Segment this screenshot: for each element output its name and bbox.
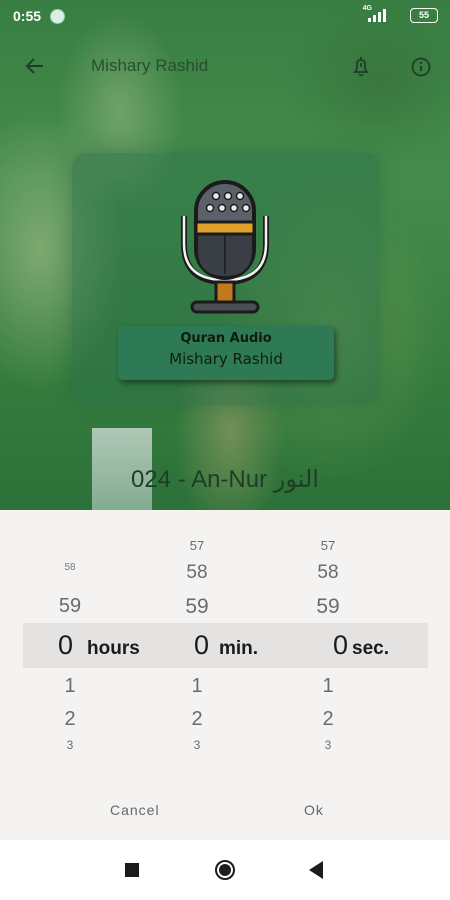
info-icon[interactable]: [408, 54, 434, 80]
picker-value[interactable]: 3: [293, 738, 363, 752]
picker-value[interactable]: 59: [162, 595, 232, 619]
seconds-value[interactable]: 0: [333, 630, 348, 661]
ok-button[interactable]: Ok: [304, 802, 324, 818]
picker-value[interactable]: 1: [162, 675, 232, 698]
picker-value[interactable]: 58: [162, 562, 232, 584]
app-bar: Mishary Rashid: [0, 44, 450, 88]
battery-level: 55: [410, 8, 438, 23]
home-icon[interactable]: [214, 859, 236, 881]
picker-value[interactable]: 3: [162, 738, 232, 752]
picker-value[interactable]: 2: [293, 708, 363, 731]
picker-value[interactable]: 59: [293, 595, 363, 619]
recents-icon[interactable]: [125, 863, 139, 877]
picker-value[interactable]: 58: [293, 562, 363, 584]
hours-unit: hours: [87, 638, 140, 659]
label-bottom: Mishary Rashid: [169, 350, 283, 368]
status-time: 0:55: [13, 8, 42, 24]
picker-value[interactable]: 3: [35, 738, 105, 752]
timer-picker-dialog: 58 59 1 2 3 0 hours 57 58 59 1 2 3 0 min…: [0, 510, 450, 840]
surah-title: 024 - An-Nur النور: [131, 466, 319, 493]
back-triangle-icon[interactable]: [308, 860, 324, 880]
back-arrow-icon[interactable]: [22, 54, 48, 78]
microphone-icon: [181, 180, 269, 314]
reciter-label: Quran Audio Mishary Rashid: [118, 326, 334, 380]
picker-value[interactable]: 1: [35, 675, 105, 698]
picker-value[interactable]: 57: [293, 538, 363, 553]
page-title: Mishary Rashid: [91, 56, 209, 75]
minutes-value[interactable]: 0: [194, 630, 209, 661]
label-top: Quran Audio: [180, 331, 272, 346]
minutes-unit: min.: [219, 638, 259, 659]
cancel-button[interactable]: Cancel: [110, 802, 160, 818]
status-bar: 0:55 4G 55: [0, 0, 450, 32]
picker-value[interactable]: 58: [35, 562, 105, 573]
signal-icon: [368, 8, 390, 22]
picker-value[interactable]: 2: [35, 708, 105, 731]
hours-value[interactable]: 0: [58, 630, 73, 661]
picker-value[interactable]: 1: [293, 675, 363, 698]
picker-value[interactable]: 2: [162, 708, 232, 731]
picker-value[interactable]: 57: [162, 538, 232, 553]
notification-icon: [50, 9, 65, 24]
seconds-unit: sec.: [352, 638, 389, 659]
picker-value[interactable]: 59: [35, 595, 105, 618]
system-nav-bar: [0, 840, 450, 900]
bell-icon[interactable]: [348, 54, 374, 80]
